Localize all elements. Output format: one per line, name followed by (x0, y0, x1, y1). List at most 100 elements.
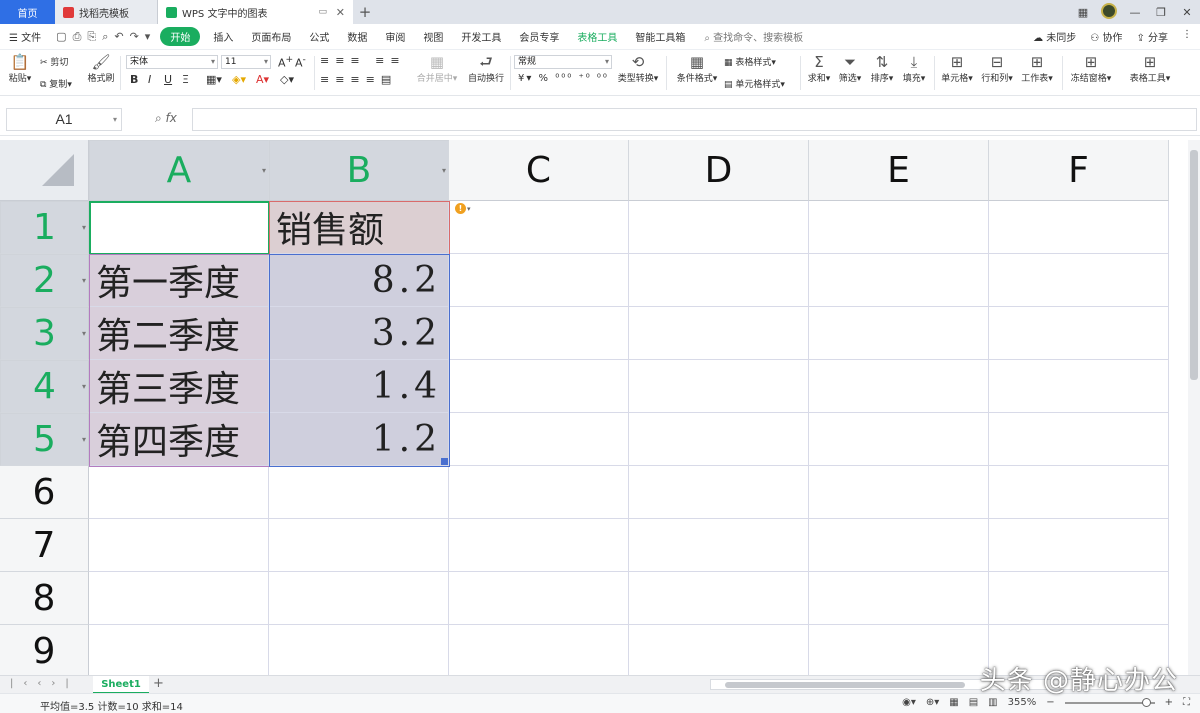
row-header-4[interactable]: 4 (0, 360, 89, 413)
empty-cell[interactable] (989, 360, 1169, 413)
sort-button[interactable]: ⇅ 排序▾ (868, 54, 896, 85)
column-header-E[interactable]: E (809, 140, 989, 201)
close-tab-icon[interactable]: ✕ (336, 6, 345, 19)
empty-cell[interactable] (629, 572, 809, 625)
empty-cell[interactable] (809, 519, 989, 572)
share-button[interactable]: ⇪ 分享 (1136, 29, 1168, 44)
empty-cell[interactable] (89, 572, 269, 625)
empty-cell[interactable] (629, 307, 809, 360)
column-header-D[interactable]: D (629, 140, 809, 201)
worksheet-button[interactable]: ⊞ 工作表▾ (1020, 54, 1054, 85)
empty-cell[interactable] (809, 360, 989, 413)
empty-cell[interactable] (269, 466, 449, 519)
empty-cell[interactable] (809, 254, 989, 307)
fill-color-icon[interactable]: ◈▾ (232, 73, 246, 86)
empty-cell[interactable] (629, 519, 809, 572)
italic-button[interactable]: I (148, 73, 151, 86)
save-icon[interactable]: ▢ (56, 30, 66, 44)
zoom-out-icon[interactable]: − (1046, 697, 1054, 708)
empty-cell[interactable] (989, 413, 1169, 466)
empty-cell[interactable] (449, 307, 629, 360)
cell-style-button[interactable]: ▤ 单元格样式▾ (724, 77, 785, 90)
add-sheet-button[interactable]: + (153, 676, 164, 691)
fx-icon[interactable]: ⌕ fx (155, 111, 177, 126)
sum-button[interactable]: Σ 求和▾ (806, 54, 832, 85)
zoom-level[interactable]: 355% (1008, 697, 1037, 708)
menu-smart-toolbox[interactable]: 智能工具箱 (626, 29, 694, 44)
empty-cell[interactable] (269, 625, 449, 675)
empty-cell[interactable] (989, 254, 1169, 307)
underline-button[interactable]: U (164, 73, 172, 86)
sync-button[interactable]: ☁ 未同步 (1033, 29, 1076, 44)
collaborate-button[interactable]: ⚇ 协作 (1090, 29, 1122, 44)
conditional-format-button[interactable]: ▦ 条件格式▾ (674, 54, 720, 85)
empty-cell[interactable] (629, 466, 809, 519)
empty-cell[interactable] (89, 519, 269, 572)
empty-cell[interactable] (989, 466, 1169, 519)
menu-page-layout[interactable]: 页面布局 (242, 29, 300, 44)
column-header-F[interactable]: F (989, 140, 1169, 201)
rows-cols-button[interactable]: ⊟ 行和列▾ (980, 54, 1014, 85)
menu-table-tools[interactable]: 表格工具 (568, 29, 626, 44)
align-left-icons[interactable]: ≡≡≡≡▤ (320, 73, 397, 86)
empty-cell[interactable] (629, 360, 809, 413)
name-box[interactable]: A1 ▾ (6, 108, 122, 131)
font-color-icon[interactable]: A▾ (256, 73, 269, 86)
column-header-C[interactable]: C (449, 140, 629, 201)
resize-handle[interactable] (441, 458, 448, 465)
empty-cell[interactable] (449, 572, 629, 625)
empty-cell[interactable] (989, 307, 1169, 360)
empty-cell[interactable] (809, 307, 989, 360)
preview-icon[interactable]: ⌕ (102, 30, 108, 44)
close-icon[interactable]: ✕ (1174, 6, 1200, 19)
horizontal-scroll-thumb[interactable] (725, 682, 965, 688)
row-header-9[interactable]: 9 (0, 625, 89, 675)
empty-cell[interactable] (269, 572, 449, 625)
strikethrough-icon[interactable]: Ξ (182, 73, 189, 86)
reading-view-icon[interactable]: ▥ (988, 697, 997, 708)
fill-button[interactable]: ⤓ 填充▾ (900, 54, 928, 85)
zoom-in-icon[interactable]: + (1165, 697, 1173, 708)
pin-icon[interactable]: ▭ (318, 7, 327, 17)
cell-B1[interactable]: 销售额 (269, 201, 449, 254)
empty-cell[interactable] (809, 625, 989, 675)
chevron-down-icon[interactable]: ▾ (467, 205, 471, 213)
more-icon[interactable]: ▾ (145, 30, 151, 44)
sheet-nav-arrows[interactable]: |‹‹›| (10, 678, 79, 689)
cell-A2[interactable]: 第一季度 (89, 254, 269, 307)
empty-cell[interactable] (89, 466, 269, 519)
undo-icon[interactable]: ↶ (114, 30, 123, 44)
row-header-3[interactable]: 3 (0, 307, 89, 360)
menu-view[interactable]: 视图 (414, 29, 452, 44)
print-icon[interactable]: ⎘ (87, 30, 96, 44)
menu-formula[interactable]: 公式 (300, 29, 338, 44)
cell-A5[interactable]: 第四季度 (89, 413, 269, 466)
grid-view-icon[interactable]: ▦ (1070, 6, 1096, 19)
select-all-corner[interactable] (0, 140, 89, 201)
empty-cell[interactable] (809, 572, 989, 625)
tab-document[interactable]: WPS 文字中的图表 ▭ ✕ (158, 0, 353, 24)
grow-font-icon[interactable]: A+ (278, 54, 293, 70)
empty-cell[interactable] (629, 413, 809, 466)
empty-cell[interactable] (449, 254, 629, 307)
row-header-5[interactable]: 5 (0, 413, 89, 466)
tab-home[interactable]: 首页 (0, 0, 55, 24)
vertical-scroll-thumb[interactable] (1190, 150, 1198, 380)
empty-cell[interactable] (989, 572, 1169, 625)
menu-review[interactable]: 审阅 (376, 29, 414, 44)
empty-cell[interactable] (269, 519, 449, 572)
zoom-slider[interactable] (1064, 697, 1155, 707)
empty-cell[interactable] (629, 625, 809, 675)
number-format-icons[interactable]: ¥▾ % ⁰⁰⁰ ⁺⁰ ⁰⁰ (518, 73, 609, 84)
font-size-select[interactable]: 11 (221, 55, 271, 69)
border-icon[interactable]: ▦▾ (206, 73, 222, 86)
menu-data[interactable]: 数据 (338, 29, 376, 44)
empty-cell[interactable] (449, 360, 629, 413)
table-style-button[interactable]: ▦ 表格样式▾ (724, 55, 776, 68)
cell-B2[interactable]: 8.2 (269, 254, 449, 307)
menu-start[interactable]: 开始 (160, 27, 201, 46)
align-top-icons[interactable]: ≡≡≡ ≡≡ (320, 54, 406, 67)
formula-input[interactable] (192, 108, 1197, 131)
merge-center-button[interactable]: ▦ 合并居中▾ (414, 54, 460, 85)
shrink-font-icon[interactable]: A- (295, 54, 306, 70)
